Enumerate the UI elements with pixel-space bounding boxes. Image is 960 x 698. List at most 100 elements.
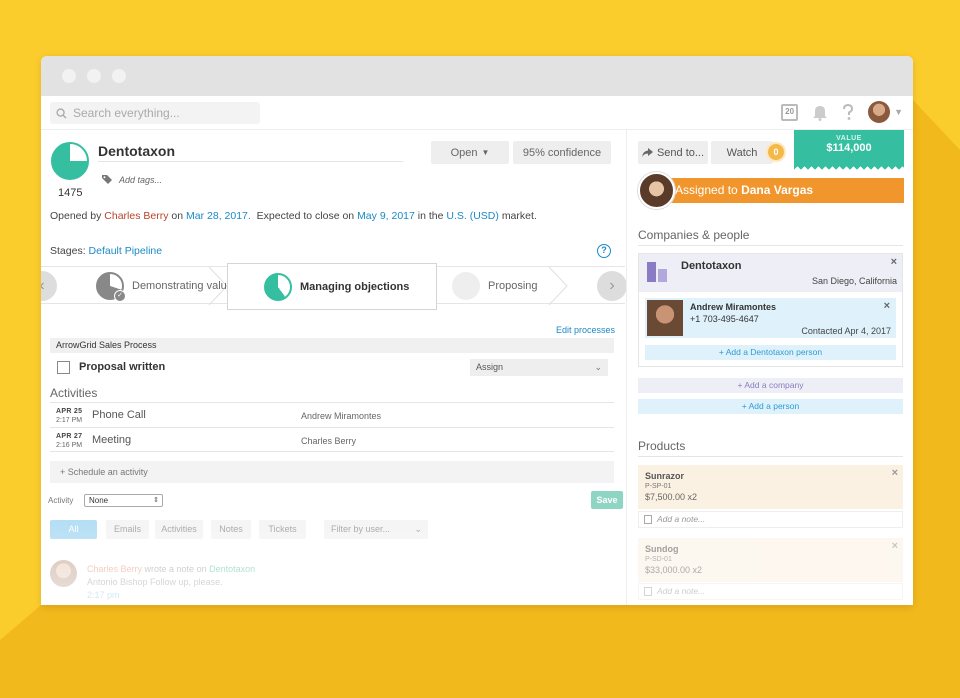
opened-by-prefix: Opened by: [50, 210, 102, 222]
window-dot-minimize[interactable]: [87, 69, 101, 83]
user-filter-label: Filter by user...: [331, 524, 391, 534]
person-contacted: Contacted Apr 4, 2017: [801, 326, 891, 336]
status-dropdown[interactable]: Open ▼: [431, 141, 509, 164]
window-dot-close[interactable]: [62, 69, 76, 83]
stage-pie-icon: [452, 272, 480, 300]
stage-label: Managing objections: [300, 280, 410, 293]
in-the-text: in the: [417, 210, 444, 222]
save-button[interactable]: Save: [591, 491, 623, 509]
company-card: Dentotaxon San Diego, California × Andre…: [638, 253, 903, 367]
add-company-person-button[interactable]: + Add a Dentotaxon person: [645, 345, 896, 360]
activity-select-label: Activity: [48, 496, 74, 505]
deal-summary: Opened by Charles Berry on Mar 28, 2017.…: [50, 210, 537, 222]
product-card[interactable]: Sunrazor P-SP-01 $7,500.00 x2 ×: [638, 465, 903, 509]
tab-emails[interactable]: Emails: [106, 520, 149, 539]
calendar-icon[interactable]: 20: [781, 103, 799, 121]
close-icon[interactable]: ×: [884, 300, 890, 312]
stage-pipeline: ‹ ✓ Demonstrating value Managing objecti…: [41, 263, 627, 310]
tab-tickets[interactable]: Tickets: [259, 520, 306, 539]
section-divider: [638, 456, 903, 457]
window-dot-maximize[interactable]: [112, 69, 126, 83]
person-avatar: [647, 300, 683, 336]
person-name: Andrew Miramontes: [690, 302, 777, 312]
deal-value[interactable]: VALUE $114,000: [794, 130, 904, 166]
assigned-name: Dana Vargas: [741, 183, 814, 197]
owner-avatar: [638, 172, 675, 209]
opened-date-link[interactable]: Mar 28, 2017.: [186, 210, 251, 222]
add-tags-link[interactable]: Add tags...: [119, 175, 162, 185]
bell-icon[interactable]: [812, 104, 828, 121]
activity-select-value: None: [89, 496, 109, 505]
value-amount: $114,000: [826, 142, 872, 154]
note-icon: [644, 587, 652, 596]
chevron-down-icon[interactable]: ▼: [894, 107, 903, 117]
assigned-prefix: Assigned to: [675, 183, 738, 197]
stage-managing-objections[interactable]: Managing objections: [227, 263, 437, 310]
user-avatar[interactable]: [868, 101, 891, 123]
market-link[interactable]: U.S. (USD): [446, 210, 499, 222]
tag-icon: [101, 174, 114, 188]
search-input[interactable]: Search everything...: [73, 106, 180, 120]
products-heading: Products: [638, 439, 686, 453]
check-icon: ✓: [114, 290, 126, 302]
product-name: Sundog: [645, 544, 679, 554]
product-card[interactable]: Sundog P-SD-01 $33,000.00 x2 ×: [638, 538, 903, 582]
pipeline-next-button[interactable]: ›: [597, 271, 627, 301]
task-checkbox[interactable]: [57, 361, 70, 374]
value-zigzag: [794, 166, 904, 171]
close-icon[interactable]: ×: [892, 540, 898, 552]
product-sku: P-SD-01: [645, 556, 672, 563]
deal-title[interactable]: Dentotaxon: [98, 143, 175, 159]
value-label: VALUE: [836, 135, 862, 142]
tab-activities[interactable]: Activities: [155, 520, 203, 539]
help-icon[interactable]: [842, 103, 854, 121]
feed-time: 2:17 pm: [87, 590, 120, 600]
send-to-button[interactable]: Send to...: [638, 141, 708, 164]
stages-row: Stages: Default Pipeline: [50, 245, 162, 257]
tab-notes[interactable]: Notes: [211, 520, 251, 539]
activity-name: Meeting: [92, 434, 132, 446]
add-company-button[interactable]: + Add a company: [638, 378, 903, 393]
help-icon[interactable]: ?: [597, 244, 611, 258]
person-card[interactable]: Andrew Miramontes +1 703-495-4647 Contac…: [645, 298, 896, 338]
confidence-button[interactable]: 95% confidence: [513, 141, 611, 164]
activity-row[interactable]: APR 27 2:16 PM Meeting Charles Berry: [50, 427, 614, 452]
top-icons: 20 ▼: [781, 101, 903, 123]
send-to-label: Send to...: [656, 146, 705, 159]
search-box[interactable]: Search everything...: [50, 102, 260, 124]
edit-processes-link[interactable]: Edit processes: [556, 325, 615, 335]
chevron-down-icon: ⇕: [153, 497, 159, 504]
product-sku: P-SP-01: [645, 483, 672, 490]
watch-button[interactable]: Watch: [711, 141, 773, 164]
product-price: $33,000.00 x2: [645, 565, 703, 575]
activities-heading: Activities: [50, 386, 98, 400]
stage-proposing[interactable]: Proposing: [452, 267, 538, 305]
close-date-link[interactable]: May 9, 2017: [357, 210, 415, 222]
feed-author-link[interactable]: Charles Berry: [87, 564, 142, 574]
pipeline-link[interactable]: Default Pipeline: [89, 245, 163, 257]
activity-person: Andrew Miramontes: [301, 411, 382, 421]
company-name: Dentotaxon: [681, 260, 742, 272]
stage-label: Proposing: [488, 280, 538, 292]
close-icon[interactable]: ×: [891, 256, 897, 268]
schedule-activity-button[interactable]: + Schedule an activity: [50, 461, 614, 483]
opened-by-link[interactable]: Charles Berry: [104, 210, 168, 222]
assign-dropdown[interactable]: Assign ⌄: [470, 359, 608, 376]
assigned-owner[interactable]: Assigned to Dana Vargas: [653, 178, 904, 203]
company-header[interactable]: Dentotaxon San Diego, California: [639, 254, 902, 292]
activity-select[interactable]: None ⇕: [84, 494, 163, 507]
stage-demonstrating-value[interactable]: ✓ Demonstrating value: [96, 267, 233, 305]
product-note-input[interactable]: Add a note...: [638, 583, 903, 600]
activity-row[interactable]: APR 25 2:17 PM Phone Call Andrew Miramont…: [50, 402, 614, 427]
stages-label: Stages:: [50, 245, 86, 257]
tab-all[interactable]: All: [50, 520, 97, 539]
activity-date: APR 27 2:16 PM: [56, 433, 83, 449]
app-window: Search everything... 20 ▼ Dentotaxon 147…: [41, 56, 913, 605]
product-note-input[interactable]: Add a note...: [638, 511, 903, 528]
close-icon[interactable]: ×: [892, 467, 898, 479]
feed-target-link[interactable]: Dentotaxon: [209, 564, 255, 574]
user-filter-dropdown[interactable]: Filter by user... ⌄: [324, 520, 428, 539]
add-person-button[interactable]: + Add a person: [638, 399, 903, 414]
product-note-placeholder: Add a note...: [657, 514, 706, 524]
title-underline: [98, 161, 403, 162]
